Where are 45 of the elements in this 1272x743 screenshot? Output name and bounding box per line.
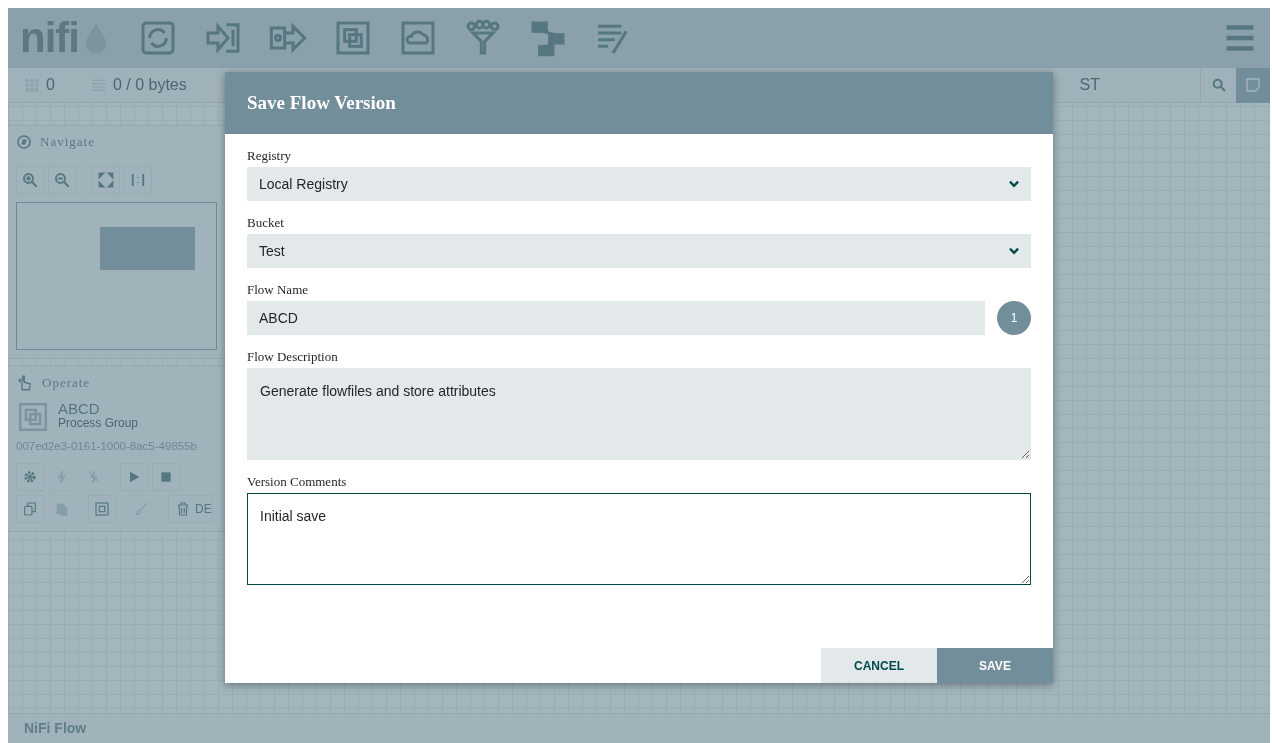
- copy-icon: [22, 501, 38, 518]
- zoom-button[interactable]: [124, 166, 152, 194]
- field-label: Registry: [247, 148, 293, 164]
- zoom-button[interactable]: [48, 166, 76, 194]
- fit-icon: [97, 171, 115, 189]
- text-area[interactable]: Generate flowfiles and store attributes: [247, 368, 1031, 460]
- actual-size-icon: [129, 171, 147, 189]
- stat-text: 0 / 0 bytes: [112, 75, 187, 95]
- action-button[interactable]: [16, 495, 44, 524]
- compass-icon: [16, 134, 32, 150]
- search-icon: [1210, 77, 1227, 93]
- zoom-button[interactable]: [16, 166, 44, 194]
- select-field[interactable]: Local Registry: [247, 167, 1031, 201]
- action-button[interactable]: [152, 463, 180, 492]
- action-button[interactable]: [16, 463, 44, 492]
- action-button[interactable]: [88, 495, 116, 524]
- trash-icon: [175, 501, 191, 518]
- note-icon: [1244, 76, 1262, 94]
- cancel-button[interactable]: CANCEL: [821, 648, 937, 683]
- notes-button[interactable]: [1236, 67, 1270, 103]
- field-label: Flow Description: [247, 349, 339, 365]
- component-name: ABCD: [58, 400, 101, 418]
- lightning-slash-icon: [86, 469, 102, 486]
- panel-title: Operate: [42, 375, 91, 391]
- brush-icon: [134, 501, 150, 518]
- zoom-out-icon: [53, 171, 71, 189]
- field-label: Bucket: [247, 215, 285, 231]
- count-badge: 1: [997, 301, 1031, 335]
- panel-title: Navigate: [40, 134, 95, 150]
- text-field[interactable]: ABCD: [247, 301, 985, 335]
- action-button[interactable]: [120, 463, 148, 492]
- field-label: Version Comments: [247, 474, 348, 490]
- dialog-title: Save Flow Version: [247, 92, 396, 114]
- component-type: Process Group: [58, 417, 139, 432]
- process-group-icon: [16, 400, 50, 434]
- stat-text: 0: [46, 75, 55, 95]
- hand-pointer-icon: [16, 374, 34, 392]
- group-icon: [94, 501, 110, 518]
- paste-icon: [54, 501, 70, 518]
- status-text: ST: [1079, 75, 1100, 95]
- text-area[interactable]: Initial save: [247, 493, 1031, 585]
- field-label: Flow Name: [247, 282, 310, 298]
- zoom-in-icon: [21, 171, 39, 189]
- zoom-button[interactable]: [92, 166, 120, 194]
- select-field[interactable]: Test: [247, 234, 1031, 268]
